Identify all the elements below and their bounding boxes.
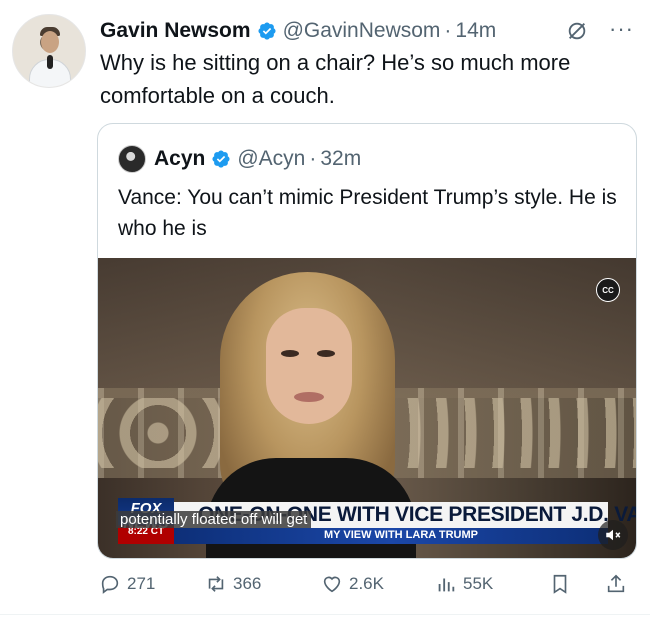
repost-icon	[208, 576, 224, 592]
tweet-actions-bar: 271 366 2.6K 55K	[97, 566, 637, 602]
reply-count: 271	[127, 574, 156, 593]
author-handle[interactable]: @GavinNewsom	[283, 19, 441, 43]
views-chart-icon	[438, 578, 455, 592]
video-subject-eye	[281, 350, 299, 357]
bookmark-button[interactable]	[549, 566, 571, 602]
separator-dot: ·	[444, 19, 452, 42]
views-button[interactable]: 55K	[435, 566, 493, 602]
reply-icon	[101, 575, 119, 594]
speaker-muted-icon[interactable]	[598, 520, 628, 550]
tweet-text: Why is he sitting on a chair? He’s so mu…	[100, 50, 571, 108]
repost-count: 366	[233, 574, 262, 593]
bookmark-icon	[553, 574, 567, 594]
video-caption: potentially floated off will get	[116, 511, 312, 528]
author-name[interactable]: Gavin Newsom	[100, 19, 251, 43]
heart-icon	[323, 576, 341, 593]
avatar-face	[41, 31, 59, 53]
share-button[interactable]	[605, 566, 627, 602]
show-title: MY VIEW WITH LARA TRUMP	[324, 529, 478, 541]
quoted-tweet[interactable]: Acyn @Acyn · 32m Vance: You can’t mimic …	[97, 123, 637, 559]
more-options-icon[interactable]: ···	[609, 16, 634, 42]
divider	[0, 614, 650, 615]
reply-button[interactable]: 271	[99, 566, 155, 602]
view-count: 55K	[463, 574, 494, 593]
share-icon	[607, 574, 625, 593]
separator-dot: ·	[309, 147, 317, 170]
grok-icon[interactable]	[566, 20, 588, 42]
verified-badge-icon	[258, 22, 276, 40]
like-button[interactable]: 2.6K	[321, 566, 384, 602]
quoted-tweet-timestamp[interactable]: 32m	[320, 147, 361, 171]
video-player[interactable]: CC FOX NEWS 8:22 CT ONE-ON-ONE WITH VICE…	[98, 258, 636, 558]
speaker-muted-glyph	[606, 529, 621, 541]
video-subject-face	[266, 308, 352, 424]
video-subject-lips	[294, 392, 324, 402]
tweet-timestamp[interactable]: 14m	[455, 19, 496, 43]
avatar-microphone	[47, 55, 53, 69]
author-avatar[interactable]	[12, 14, 86, 88]
video-subject-eye	[317, 350, 335, 357]
closed-captions-button[interactable]: CC	[596, 278, 620, 302]
show-title-bar: MY VIEW WITH LARA TRUMP	[174, 528, 608, 544]
quoted-author-name[interactable]: Acyn	[154, 147, 205, 171]
quoted-tweet-header: Acyn @Acyn · 32m	[118, 144, 361, 174]
verified-badge-icon	[212, 150, 230, 168]
repost-button[interactable]: 366	[205, 566, 261, 602]
quoted-tweet-text: Vance: You can’t mimic President Trump’s…	[118, 186, 617, 240]
quoted-author-avatar[interactable]	[118, 145, 146, 173]
tweet-header: Gavin Newsom @GavinNewsom · 14m ···	[100, 14, 636, 48]
quoted-author-handle[interactable]: @Acyn	[237, 147, 305, 171]
like-count: 2.6K	[349, 574, 384, 593]
